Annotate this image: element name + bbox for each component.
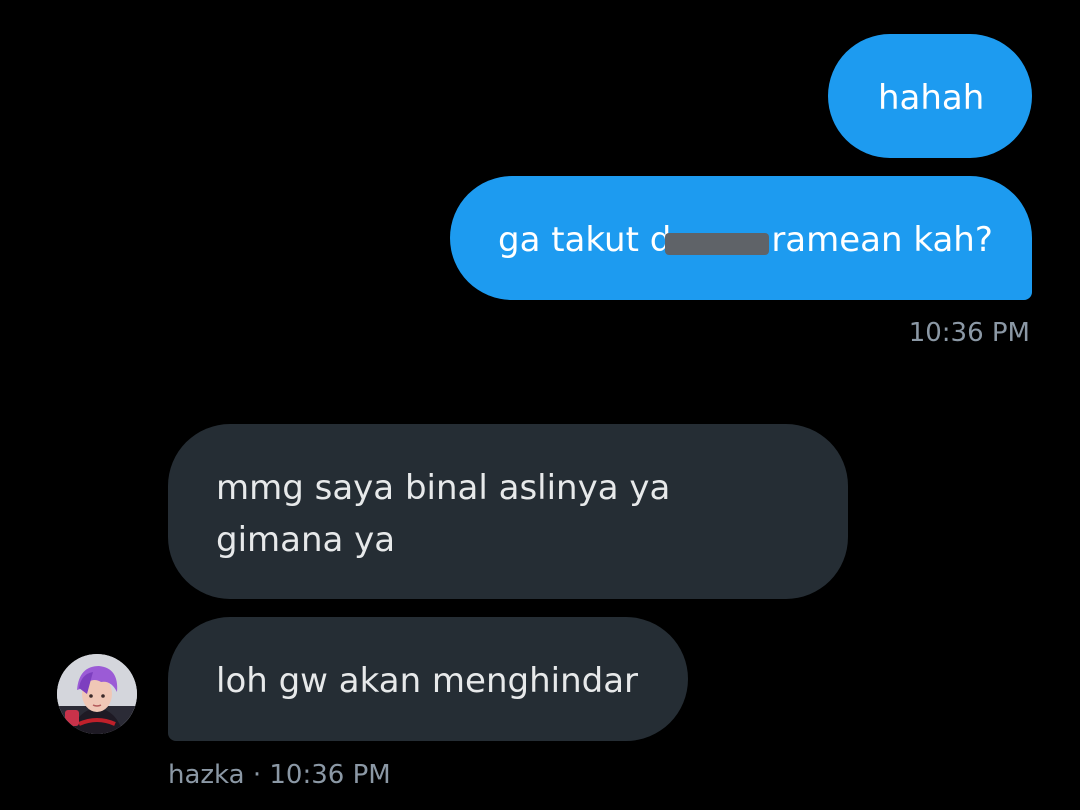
message-text: loh gw akan menghindar	[216, 661, 639, 701]
message-text: mmg saya binal aslinya ya gimana ya	[216, 468, 671, 560]
outgoing-timestamp: 10:36 PM	[908, 318, 1030, 348]
incoming-message[interactable]: loh gw akan menghindar	[168, 617, 688, 741]
outgoing-message[interactable]: ga takut d ramean kah?	[450, 176, 1032, 300]
incoming-message[interactable]: mmg saya binal aslinya ya gimana ya	[168, 424, 848, 599]
message-text: ramean kah?	[771, 220, 993, 260]
footer-separator: ·	[244, 760, 270, 790]
redaction-block	[665, 232, 770, 255]
message-text: ga takut d	[498, 220, 672, 260]
incoming-timestamp: 10:36 PM	[269, 760, 391, 790]
sender-name[interactable]: hazka	[168, 760, 245, 790]
avatar[interactable]	[57, 654, 137, 734]
message-text: hahah	[878, 78, 985, 118]
user-avatar-icon	[57, 654, 137, 734]
incoming-footer: hazka · 10:36 PM	[168, 760, 391, 790]
outgoing-message[interactable]: hahah	[828, 34, 1032, 158]
